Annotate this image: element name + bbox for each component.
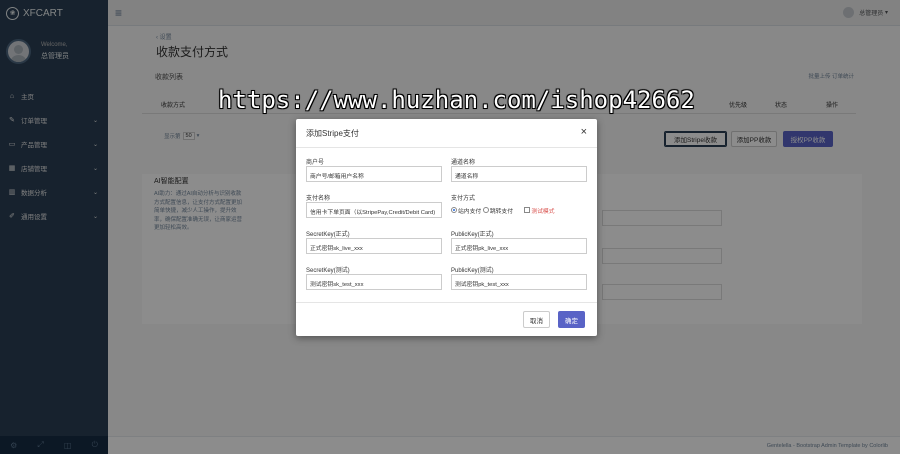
radio-redirect[interactable] <box>482 207 489 213</box>
modal-footer: 取消 确定 <box>296 302 597 336</box>
public-test-field: PublicKey(测试) 测试密钥pk_test_xxx <box>451 265 587 290</box>
field-label: 商户号 <box>306 160 325 166</box>
add-stripe-modal: 添加Stripe支付 × 商户号 商户号/邮箱用户名称 通道名称 通道名称 支付… <box>296 119 597 336</box>
checkbox-label: 测试模式 <box>531 208 555 215</box>
field-label: 通道名称 <box>451 160 476 166</box>
pay-mode-options: 站内支付 跳转支付 测试模式 <box>451 202 587 218</box>
field-label: PublicKey(正式) <box>451 232 494 238</box>
secret-test-input[interactable]: 测试密钥sk_test_xxx <box>306 274 442 290</box>
modal-header: 添加Stripe支付 × <box>296 119 597 148</box>
pay-mode-field: 支付方式 站内支付 跳转支付 测试模式 <box>451 193 587 218</box>
secret-test-field: SecretKey(测试) 测试密钥sk_test_xxx <box>306 265 442 290</box>
radio-label: 跳转支付 <box>489 208 514 215</box>
modal-title: 添加Stripe支付 <box>306 129 359 138</box>
secret-live-field: SecretKey(正式) 正式密钥sk_live_xxx <box>306 229 442 254</box>
channel-input[interactable]: 通道名称 <box>451 166 587 182</box>
radio-onsite[interactable] <box>451 207 457 213</box>
merchant-input[interactable]: 商户号/邮箱用户名称 <box>306 166 442 182</box>
cancel-button[interactable]: 取消 <box>523 311 550 328</box>
field-label: 支付方式 <box>451 196 476 202</box>
public-live-field: PublicKey(正式) 正式密钥pk_live_xxx <box>451 229 587 254</box>
channel-field: 通道名称 通道名称 <box>451 157 587 182</box>
field-label: 支付名称 <box>306 196 331 202</box>
close-icon[interactable]: × <box>581 126 587 138</box>
test-mode-checkbox[interactable] <box>524 207 531 213</box>
public-live-input[interactable]: 正式密钥pk_live_xxx <box>451 238 587 254</box>
secret-live-input[interactable]: 正式密钥sk_live_xxx <box>306 238 442 254</box>
field-label: SecretKey(正式) <box>306 232 350 238</box>
watermark: https://www.huzhan.com/ishop42662 <box>218 86 695 114</box>
radio-label: 站内支付 <box>458 208 482 215</box>
field-label: PublicKey(测试) <box>451 268 494 274</box>
public-test-input[interactable]: 测试密钥pk_test_xxx <box>451 274 587 290</box>
pay-name-input[interactable]: 信用卡下单页面（以StripePay,Credit/Debit Card) <box>306 202 442 218</box>
pay-name-field: 支付名称 信用卡下单页面（以StripePay,Credit/Debit Car… <box>306 193 442 218</box>
merchant-field: 商户号 商户号/邮箱用户名称 <box>306 157 442 182</box>
confirm-button[interactable]: 确定 <box>558 311 585 328</box>
field-label: SecretKey(测试) <box>306 268 350 274</box>
